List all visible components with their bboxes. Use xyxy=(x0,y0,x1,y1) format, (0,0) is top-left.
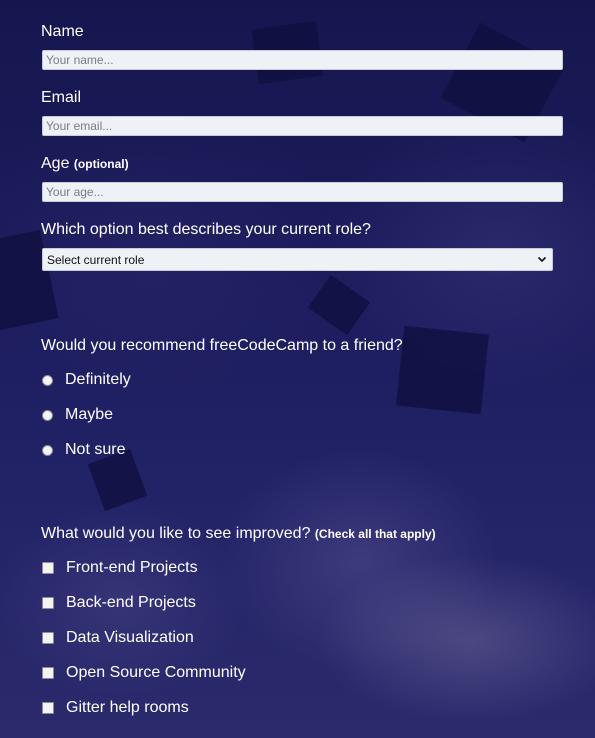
age-optional-note: (optional) xyxy=(73,157,129,171)
chevron-down-icon xyxy=(537,256,547,263)
radio-button[interactable] xyxy=(42,409,53,421)
name-input[interactable] xyxy=(42,50,563,70)
age-label: Age (optional) xyxy=(41,155,129,172)
checkbox[interactable] xyxy=(42,597,54,609)
email-label: Email xyxy=(41,89,82,106)
option-label: Data Visualization xyxy=(66,629,194,646)
recommend-option-definitely[interactable]: Definitely xyxy=(42,370,131,390)
improve-option-gitter[interactable]: Gitter help rooms xyxy=(42,698,189,718)
role-select-value: Select current role xyxy=(47,252,145,267)
option-label: Open Source Community xyxy=(66,664,246,681)
recommend-option-not-sure[interactable]: Not sure xyxy=(42,440,125,460)
improve-option-data-vis[interactable]: Data Visualization xyxy=(42,628,194,648)
role-question: Which option best describes your current… xyxy=(41,221,371,238)
email-input[interactable] xyxy=(42,116,563,136)
graduation-cap-decoration xyxy=(396,325,489,415)
option-label: Back-end Projects xyxy=(66,594,196,611)
option-label: Maybe xyxy=(65,406,114,423)
improve-option-open-source[interactable]: Open Source Community xyxy=(42,663,246,683)
recommend-question: Would you recommend freeCodeCamp to a fr… xyxy=(41,337,403,354)
option-label: Gitter help rooms xyxy=(66,699,189,716)
checkbox[interactable] xyxy=(42,667,54,679)
role-select[interactable]: Select current role xyxy=(42,248,553,271)
option-label: Definitely xyxy=(65,371,131,388)
improve-option-front-end[interactable]: Front-end Projects xyxy=(42,558,198,578)
name-label: Name xyxy=(41,23,84,40)
option-label: Not sure xyxy=(65,441,126,458)
option-label: Front-end Projects xyxy=(66,559,198,576)
improve-option-back-end[interactable]: Back-end Projects xyxy=(42,593,196,613)
improve-question: What would you like to see improved? (Ch… xyxy=(41,525,436,542)
recommend-option-maybe[interactable]: Maybe xyxy=(42,405,113,425)
radio-button[interactable] xyxy=(42,374,53,386)
age-input[interactable] xyxy=(42,182,563,202)
checkbox[interactable] xyxy=(42,562,54,574)
improve-note: (Check all that apply) xyxy=(314,527,436,541)
checkbox[interactable] xyxy=(42,632,54,644)
checkbox[interactable] xyxy=(42,702,54,714)
radio-button[interactable] xyxy=(42,444,53,456)
